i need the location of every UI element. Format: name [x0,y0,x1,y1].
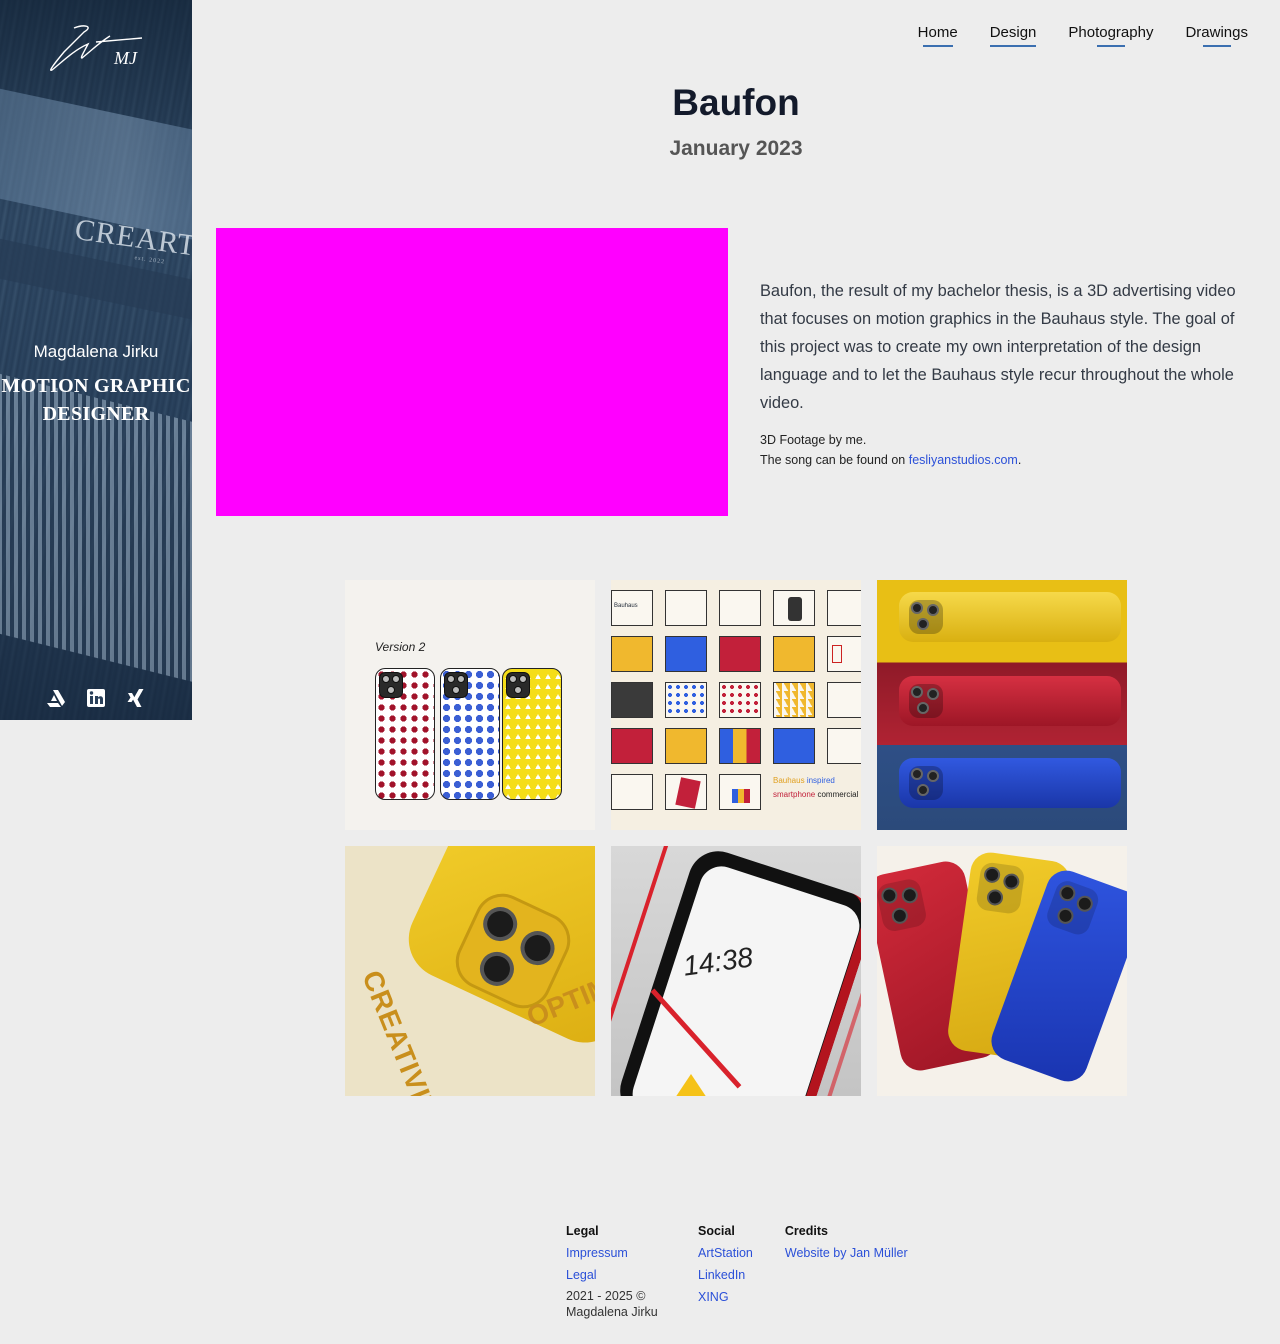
logo-initials: MJ [113,48,138,68]
signature-logo[interactable]: MJ [44,22,144,78]
storyboard-frame [773,682,815,718]
project-date: January 2023 [669,137,803,160]
nav-design-label: Design [989,24,1037,41]
storyboard-frame [611,774,653,810]
nav-design-underline [990,45,1037,47]
sidebar: CREARTI est. 2022 MJ Magdalena Jirku MOT… [0,0,192,720]
linkedin-icon[interactable] [86,688,106,708]
footer-credits-heading: Credits [784,1224,828,1238]
storyboard-frame: Bauhaus [611,590,653,626]
gallery-image-lockscreen[interactable]: 14:38 [611,846,861,1096]
artstation-icon[interactable] [46,688,66,708]
sketch-phone-yellow [502,668,562,800]
storyboard-frame [827,728,861,764]
storyboard-frame [827,682,861,718]
phone-red [899,676,1121,726]
footer-credits-column: Credits Website by Jan Müller [785,1224,908,1320]
phone-blue [899,758,1121,808]
footage-credit: 3D Footage by me. [760,433,867,447]
nav-photography-underline [1096,45,1125,47]
storyboard-frame [719,636,761,672]
footer-link-artstation[interactable]: ArtStation [698,1246,753,1260]
phone-yellow [899,592,1121,642]
storyboard-frame [827,590,861,626]
storyboard-frame [665,728,707,764]
image-gallery: Version 2 Bauhaus Bauhaus inspired smart… [345,580,1127,1096]
storyboard-frame-title: Bauhaus [614,603,638,609]
storyboard-frame [611,728,653,764]
storyboard-frame [773,636,815,672]
footer-link-website-credit[interactable]: Website by Jan Müller [785,1246,908,1260]
nav-home-underline [922,45,953,47]
sketch-phone-red [375,668,435,800]
caption-smartphone: smartphone [773,790,816,799]
storyboard-frame [611,636,653,672]
caption-commercial: commercial [817,790,859,799]
song-credit-suffix: . [1017,453,1022,467]
nav-photography-label: Photography [1068,24,1154,41]
sidebar-social-links [46,688,146,708]
footer-social-heading: Social [698,1224,735,1238]
project-title: Baufon [672,82,800,123]
storyboard-frame [719,590,761,626]
nav-photography[interactable]: Photography [1068,24,1153,47]
gallery-image-creativity[interactable]: CREATIVITY OPTIM [345,846,595,1096]
storyboard-frame [773,728,815,764]
designer-role: MOTION GRAPHIC DESIGNER [1,375,191,425]
top-nav: Home Design Photography Drawings [918,24,1248,47]
storyboard-frame [665,590,707,626]
project-description: Baufon, the result of my bachelor thesis… [760,282,1236,412]
version-label: Version 2 [375,640,426,654]
storyboard-frame [719,774,761,810]
storyboard-frame [611,682,653,718]
gallery-image-storyboard[interactable]: Bauhaus Bauhaus inspired smartphone comm… [611,580,861,830]
text-creativity: CREATIVITY [356,966,451,1096]
footer-link-impressum[interactable]: Impressum [566,1246,666,1260]
yellow-triangle [671,1074,711,1096]
storyboard-frame [719,728,761,764]
storyboard-frame [827,636,861,672]
footer-legal-column: Legal Impressum Legal 2021 - 2025 © Magd… [566,1224,666,1320]
storyboard-frame [665,636,707,672]
storyboard-frame [665,682,707,718]
footer: Legal Impressum Legal 2021 - 2025 © Magd… [566,1224,908,1320]
nav-home[interactable]: Home [918,24,958,47]
gallery-image-version2-sketch[interactable]: Version 2 [345,580,595,830]
song-link[interactable]: fesliyanstudios.com [909,453,1018,467]
sketch-phone-blue [440,668,500,800]
footer-legal-heading: Legal [566,1224,599,1238]
designer-name: Magdalena Jirku [33,342,159,361]
storyboard-caption: Bauhaus inspired smartphone commercial [773,774,861,810]
storyboard-frame [773,590,815,626]
footer-link-legal[interactable]: Legal [566,1268,666,1282]
gallery-image-three-phones[interactable] [877,846,1127,1096]
nav-drawings-label: Drawings [1185,24,1248,41]
song-credit: The song can be found on fesliyanstudios… [760,450,1021,470]
nav-design[interactable]: Design [989,24,1037,47]
footer-copyright: 2021 - 2025 © Magdalena Jirku [566,1289,658,1319]
footer-link-xing[interactable]: XING [698,1290,753,1304]
nav-drawings-underline [1202,45,1231,47]
footer-link-linkedin[interactable]: LinkedIn [698,1268,753,1282]
nav-home-label: Home [917,24,958,41]
gallery-image-stacked-phones[interactable] [877,580,1127,830]
caption-inspired: inspired [806,776,835,785]
song-credit-prefix: The song can be found on [760,453,909,467]
caption-bauhaus: Bauhaus [773,776,805,785]
xing-icon[interactable] [126,688,146,708]
footer-social-column: Social ArtStation LinkedIn XING [698,1224,753,1320]
video-player[interactable] [216,228,728,516]
storyboard-grid: Bauhaus Bauhaus inspired smartphone comm… [611,590,861,810]
storyboard-frame [665,774,707,810]
nav-drawings[interactable]: Drawings [1185,24,1248,47]
project-credits: 3D Footage by me. The song can be found … [760,430,1021,470]
storyboard-frame [719,682,761,718]
